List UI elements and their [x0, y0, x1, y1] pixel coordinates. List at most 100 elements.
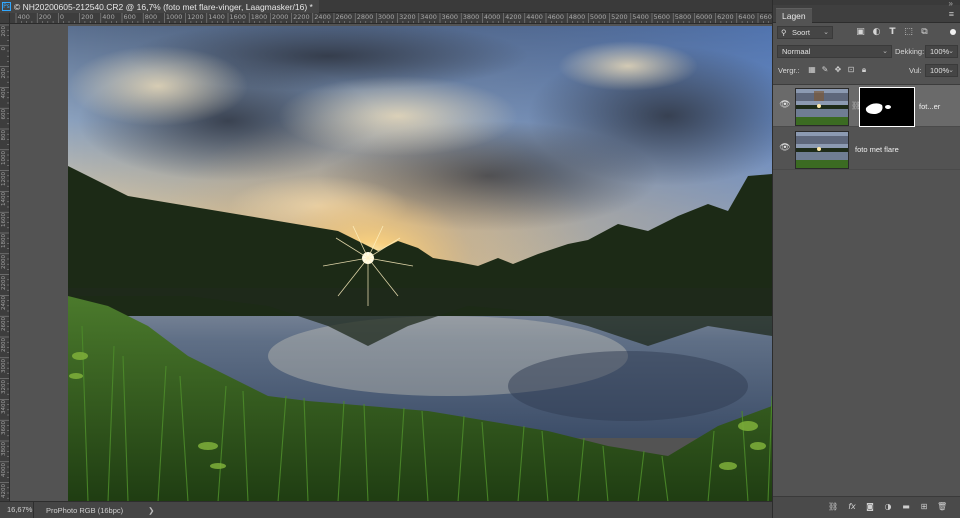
- ruler-label: 1200: [1, 171, 7, 186]
- opacity-label: Dekking:: [895, 47, 925, 56]
- type-icon[interactable]: T: [887, 27, 898, 38]
- group-folder-icon[interactable]: ▬: [901, 502, 911, 512]
- document-tab[interactable]: Ps © NH20200605-212540.CR2 @ 16,7% (foto…: [0, 0, 319, 13]
- ruler-label: 6200: [717, 13, 734, 21]
- chevron-right-icon[interactable]: ❯: [148, 506, 154, 515]
- ruler-origin[interactable]: [0, 13, 10, 24]
- lock-position-icon[interactable]: ✥: [833, 65, 843, 75]
- layer-thumbnail[interactable]: [795, 88, 849, 126]
- ruler-label: 1400: [208, 13, 225, 21]
- fx-icon[interactable]: fx: [847, 502, 857, 512]
- panel-menu-icon[interactable]: ≡: [949, 9, 954, 19]
- ruler-label: 3000: [1, 358, 7, 373]
- fill-field[interactable]: 100% ⌄: [925, 64, 958, 77]
- layer-thumbnail-image: [796, 132, 848, 168]
- ruler-label: 0: [1, 46, 7, 51]
- ruler-label: 2600: [1, 317, 7, 332]
- lock-label: Vergr.:: [778, 66, 800, 75]
- lock-all-icon[interactable]: 🔒︎: [859, 65, 869, 75]
- filter-kind-value: Soort: [792, 28, 810, 37]
- eye-icon[interactable]: 👁︎: [779, 143, 791, 153]
- layer-name[interactable]: fot...er: [919, 102, 940, 111]
- ruler-label: 2800: [356, 13, 374, 21]
- opacity-field[interactable]: 100% ⌄: [925, 45, 958, 58]
- blend-mode-value: Normaal: [782, 47, 811, 56]
- chevron-down-icon: ⌄: [882, 48, 888, 55]
- shape-icon[interactable]: ⬚: [903, 27, 914, 38]
- ruler-label: 2000: [1, 254, 7, 269]
- blend-mode-dropdown[interactable]: Normaal ⌄: [777, 45, 892, 58]
- tab-lagen[interactable]: Lagen: [776, 8, 812, 24]
- ruler-label: 6400: [738, 13, 755, 21]
- fill-value: 100%: [930, 66, 950, 75]
- ruler-label: 1000: [165, 13, 183, 21]
- ruler-label: 3400: [1, 400, 7, 415]
- ruler-label: 0: [59, 13, 65, 21]
- ruler-label: 3600: [441, 13, 459, 21]
- ruler-label: 1400: [1, 192, 7, 207]
- filter-kind-dropdown[interactable]: ⚲ Soort ⌄: [777, 26, 833, 39]
- ruler-label: 5800: [674, 13, 692, 21]
- fill-label: Vul:: [909, 66, 922, 75]
- ruler-label: 5000: [589, 13, 607, 21]
- layer-filter-row: ⚲ Soort ⌄ ▣ ◐ T ⬚ ⧉: [773, 23, 960, 42]
- opacity-value: 100%: [930, 47, 950, 56]
- photoshop-window: Ps © NH20200605-212540.CR2 @ 16,7% (foto…: [0, 0, 960, 518]
- ruler-label: 3000: [377, 13, 395, 21]
- layer-mask-thumbnail[interactable]: [859, 87, 915, 127]
- ruler-label: 2000: [271, 13, 289, 21]
- lock-transparency-icon[interactable]: ▦: [807, 65, 817, 75]
- layer-name[interactable]: foto met flare: [855, 145, 899, 154]
- ruler-label: 600: [1, 109, 7, 120]
- canvas-area[interactable]: [11, 25, 772, 501]
- eye-icon[interactable]: 👁︎: [779, 100, 791, 110]
- ruler-label: 400: [102, 13, 115, 21]
- link-layers-icon[interactable]: ⛓︎: [828, 502, 838, 512]
- ruler-label: 800: [1, 130, 7, 141]
- adjustment-layer-icon[interactable]: ◑: [883, 502, 893, 512]
- ruler-label: 400: [1, 88, 7, 99]
- filter-toggle[interactable]: [950, 29, 956, 35]
- ruler-label: 2400: [314, 13, 331, 21]
- photoshop-icon: Ps: [2, 2, 11, 11]
- ruler-label: 4000: [483, 13, 501, 21]
- ruler-label: 1600: [229, 13, 247, 21]
- ruler-vertical[interactable]: 200 0 200 400 600 800 1000 1200 1400 1600 1800 2000…: [0, 13, 10, 501]
- ruler-label: 6600: [759, 13, 773, 21]
- lock-artboard-icon[interactable]: ⊡: [846, 65, 856, 75]
- image-icon[interactable]: ▣: [855, 27, 866, 38]
- ruler-horizontal[interactable]: 400 200 0 200 400 600 800 1000 1200 1400 1600 1800 2…: [10, 13, 772, 24]
- ruler-label: 4800: [568, 13, 586, 21]
- color-profile-text: ProPhoto RGB (16bpc): [46, 505, 124, 515]
- ruler-label: 1000: [1, 150, 7, 165]
- ruler-label: 1200: [187, 13, 204, 21]
- ruler-label: 1800: [1, 234, 7, 248]
- ruler-label: 200: [81, 13, 94, 21]
- ruler-label: 3400: [420, 13, 437, 21]
- lock-image-icon[interactable]: ✎: [820, 65, 830, 75]
- ruler-label: 4400: [526, 13, 543, 21]
- new-layer-icon[interactable]: ⊞: [919, 502, 929, 512]
- ruler-label: 2200: [1, 275, 7, 290]
- smart-object-icon[interactable]: ⧉: [919, 27, 930, 38]
- document-tab-bar: Ps © NH20200605-212540.CR2 @ 16,7% (foto…: [0, 0, 772, 13]
- document-info[interactable]: ProPhoto RGB (16bpc) ❯: [34, 506, 154, 515]
- layer-row[interactable]: 👁︎ ⛓︎ fot...er: [773, 85, 960, 127]
- document-tab-title: © NH20200605-212540.CR2 @ 16,7% (foto me…: [14, 1, 313, 12]
- add-mask-icon[interactable]: ◙: [865, 502, 875, 512]
- ruler-label: 3600: [1, 421, 7, 436]
- ruler-label: 200: [1, 26, 7, 37]
- ruler-label: 4600: [547, 13, 565, 21]
- zoom-level-field[interactable]: 16,67%: [0, 501, 34, 518]
- layer-thumbnail[interactable]: [795, 131, 849, 169]
- collapse-panels-icon[interactable]: »: [949, 0, 953, 8]
- panel-tab-bar: » Lagen ≡: [773, 0, 960, 24]
- ruler-label: 4000: [1, 462, 7, 477]
- ruler-label: 2600: [335, 13, 353, 21]
- layer-row[interactable]: 👁︎ foto met flare: [773, 128, 960, 170]
- trash-icon[interactable]: 🗑︎: [937, 502, 947, 512]
- chevron-down-icon: ⌄: [948, 67, 954, 74]
- canvas-photo[interactable]: [68, 26, 772, 501]
- adjustment-icon[interactable]: ◐: [871, 27, 882, 38]
- ruler-label: 2200: [293, 13, 310, 21]
